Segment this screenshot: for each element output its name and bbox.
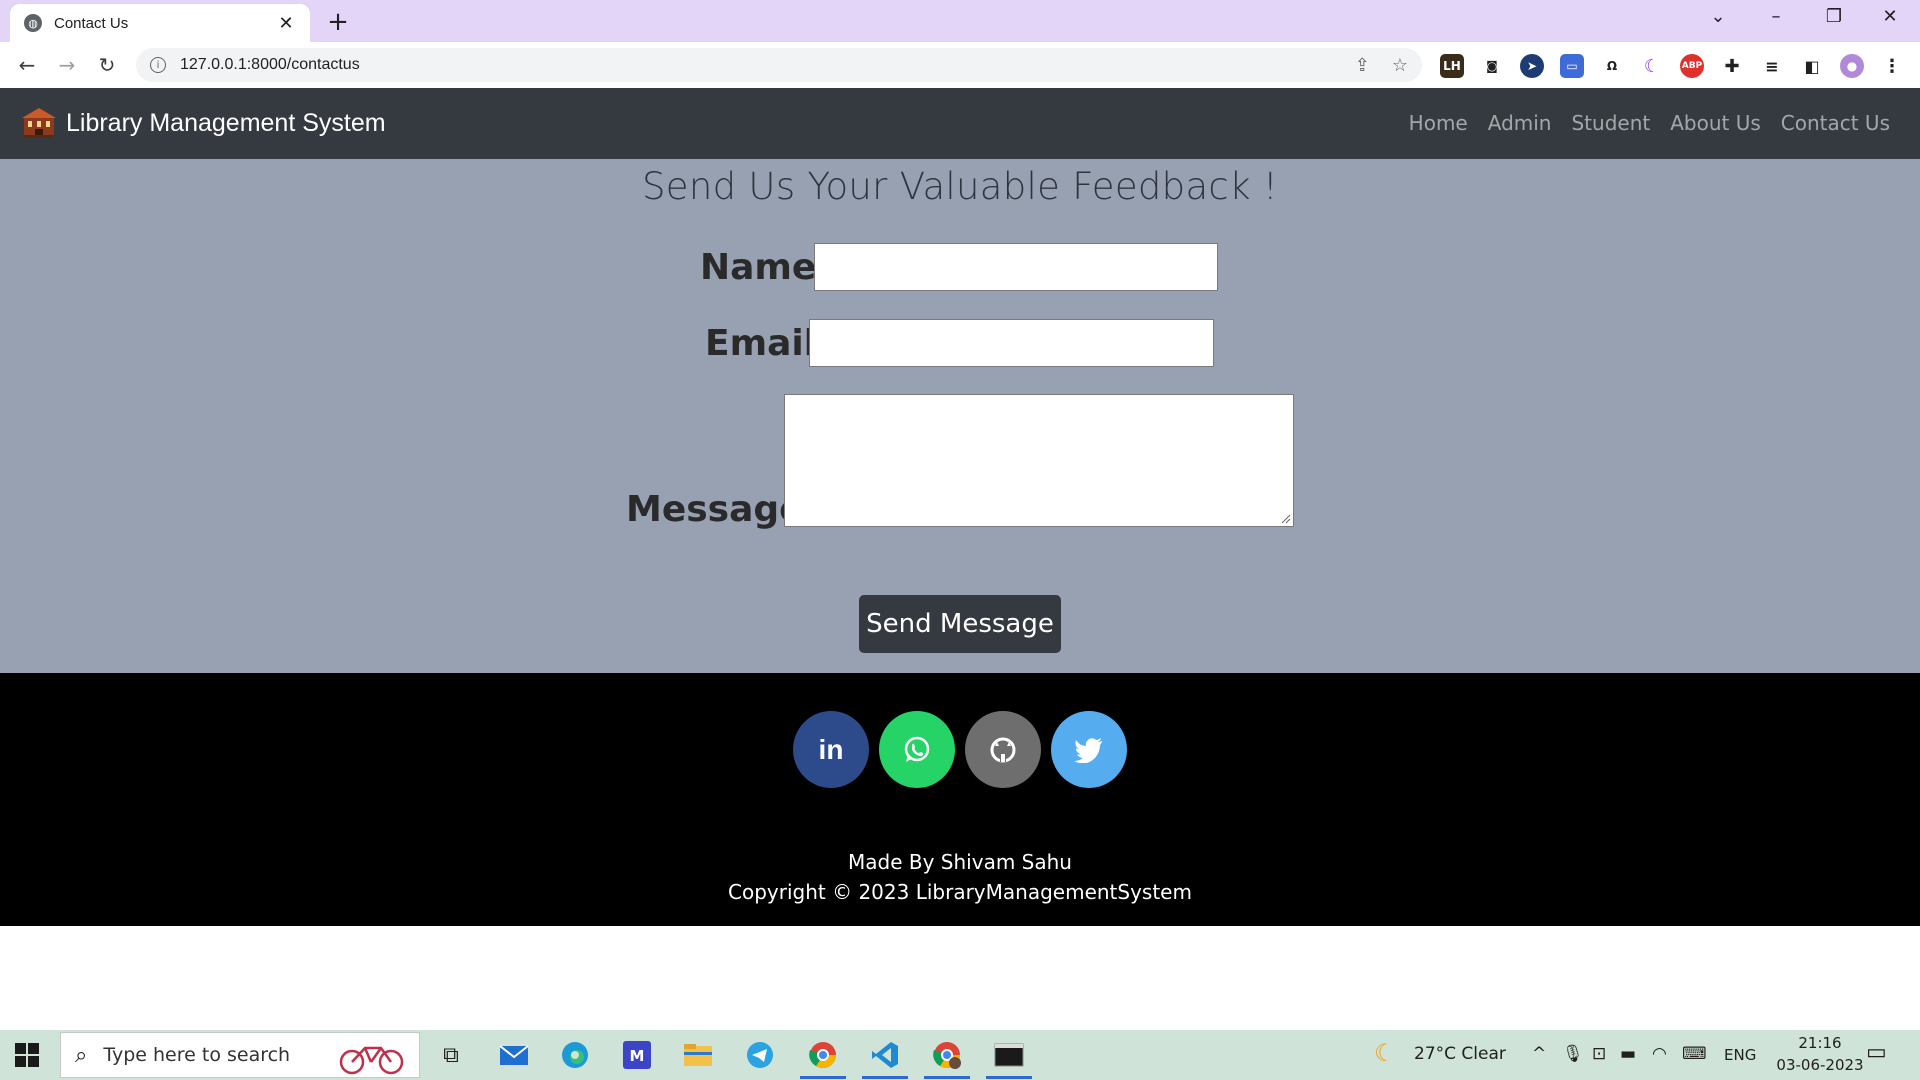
nav-admin[interactable]: Admin bbox=[1488, 111, 1552, 135]
keyboard-icon[interactable]: ⌨ bbox=[1682, 1044, 1707, 1064]
clock-date[interactable]: 03-06-2023 bbox=[1768, 1056, 1872, 1074]
twitter-icon bbox=[1074, 737, 1102, 763]
name-field[interactable] bbox=[814, 243, 1218, 291]
forward-button[interactable]: → bbox=[52, 50, 82, 80]
chrome-profile-icon[interactable] bbox=[930, 1038, 964, 1072]
task-view-icon[interactable]: ⧉ bbox=[434, 1038, 468, 1072]
address-bar[interactable]: i 127.0.0.1:8000/contactus ⇪ ☆ bbox=[136, 48, 1422, 82]
extension-screen-icon[interactable]: ▭ bbox=[1560, 54, 1584, 78]
chrome-active-indicator bbox=[800, 1076, 846, 1079]
weather-moon-icon[interactable]: ☾ bbox=[1374, 1039, 1396, 1067]
page-title: Send Us Your Valuable Feedback ! bbox=[641, 165, 1279, 208]
nav-about-us[interactable]: About Us bbox=[1670, 111, 1761, 135]
email-field[interactable] bbox=[809, 319, 1214, 367]
taskbar-search-box[interactable]: ⌕ Type here to search bbox=[60, 1032, 420, 1078]
mail-icon[interactable] bbox=[497, 1038, 531, 1072]
side-panel-icon[interactable]: ◧ bbox=[1800, 54, 1824, 78]
new-tab-button[interactable]: + bbox=[324, 7, 352, 37]
github-icon bbox=[990, 737, 1016, 762]
extension-adblock-icon[interactable]: ABP bbox=[1680, 54, 1704, 78]
twitter-button[interactable] bbox=[1051, 711, 1127, 788]
resize-grip-icon[interactable] bbox=[1281, 514, 1291, 524]
extensions-puzzle-icon[interactable]: ✚ bbox=[1720, 54, 1744, 78]
meet-now-icon[interactable]: ⊡ bbox=[1592, 1044, 1606, 1064]
nav-home[interactable]: Home bbox=[1409, 111, 1468, 135]
made-by-text: Made By Shivam Sahu bbox=[848, 850, 1072, 874]
browser-toolbar: ← → ↻ i 127.0.0.1:8000/contactus ⇪ ☆ bbox=[0, 42, 1920, 88]
svg-text:M: M bbox=[630, 1047, 645, 1065]
share-icon[interactable]: ⇪ bbox=[1355, 55, 1370, 76]
wifi-icon[interactable]: ◠ bbox=[1652, 1044, 1667, 1064]
browser-tab-strip: ◍ Contact Us ✕ + ⌄ – ❐ ✕ bbox=[0, 0, 1920, 42]
email-input[interactable] bbox=[810, 320, 1213, 366]
terminal-active-indicator bbox=[986, 1076, 1032, 1079]
file-explorer-icon[interactable] bbox=[681, 1038, 715, 1072]
weather-text[interactable]: 27°C Clear bbox=[1414, 1044, 1506, 1064]
brand[interactable]: Library Management System bbox=[22, 107, 386, 139]
extension-glasses-icon[interactable]: ◙ bbox=[1480, 54, 1504, 78]
chrome-profile-active-indicator bbox=[924, 1076, 970, 1079]
reading-list-icon[interactable]: ≡ bbox=[1760, 54, 1784, 78]
nav-student[interactable]: Student bbox=[1571, 111, 1650, 135]
name-input[interactable] bbox=[815, 244, 1217, 290]
site-info-icon[interactable]: i bbox=[150, 57, 166, 73]
extension-lh-icon[interactable]: LH bbox=[1440, 54, 1464, 78]
reload-button[interactable]: ↻ bbox=[92, 50, 122, 80]
bicycle-icon bbox=[339, 1046, 404, 1075]
tab-title: Contact Us bbox=[54, 14, 129, 32]
globe-icon: ◍ bbox=[24, 14, 42, 32]
linkedin-button[interactable]: in bbox=[793, 711, 869, 788]
minimize-button[interactable]: – bbox=[1756, 6, 1796, 27]
brand-name: Library Management System bbox=[66, 108, 386, 137]
library-logo-icon bbox=[22, 108, 56, 138]
notifications-icon[interactable]: ▭ bbox=[1866, 1040, 1887, 1065]
restore-button[interactable]: ❐ bbox=[1814, 6, 1854, 27]
profile-avatar[interactable]: ● bbox=[1840, 54, 1864, 78]
github-button[interactable] bbox=[965, 711, 1041, 788]
close-tab-icon[interactable]: ✕ bbox=[276, 13, 296, 34]
nav-contact-us[interactable]: Contact Us bbox=[1781, 111, 1890, 135]
clock-time[interactable]: 21:16 bbox=[1790, 1034, 1850, 1052]
contact-section: Send Us Your Valuable Feedback ! Name: E… bbox=[0, 159, 1920, 673]
back-button[interactable]: ← bbox=[12, 50, 42, 80]
chrome-icon[interactable] bbox=[806, 1038, 840, 1072]
vscode-active-indicator bbox=[862, 1076, 908, 1079]
whatsapp-button[interactable] bbox=[879, 711, 955, 788]
search-icon: ⌕ bbox=[75, 1042, 88, 1068]
terminal-icon[interactable] bbox=[992, 1038, 1026, 1072]
whatsapp-icon bbox=[904, 736, 930, 762]
search-placeholder: Type here to search bbox=[103, 1044, 291, 1066]
telegram-icon[interactable] bbox=[743, 1038, 777, 1072]
windows-taskbar: ⌕ Type here to search ⧉ M ☾ 27°C Clear ^… bbox=[0, 1030, 1920, 1080]
extension-cursor-icon[interactable]: ➤ bbox=[1520, 54, 1544, 78]
microphone-icon[interactable]: 🎙 bbox=[1562, 1044, 1584, 1064]
linkedin-icon: in bbox=[818, 733, 844, 765]
copyright-text: Copyright © 2023 LibraryManagementSystem bbox=[728, 880, 1192, 904]
url-text[interactable]: 127.0.0.1:8000/contactus bbox=[180, 56, 1333, 74]
edge-icon[interactable] bbox=[558, 1038, 592, 1072]
message-textarea[interactable] bbox=[785, 395, 1293, 526]
tab-search-icon[interactable]: ⌄ bbox=[1698, 6, 1738, 27]
code-editor-icon[interactable]: M bbox=[620, 1038, 654, 1072]
windows-start-icon[interactable] bbox=[14, 1042, 40, 1068]
vscode-icon[interactable] bbox=[868, 1038, 902, 1072]
site-footer: in Made By Shivam Sahu Copyright © 2023 … bbox=[0, 673, 1920, 926]
close-window-button[interactable]: ✕ bbox=[1870, 6, 1910, 27]
name-label: Name: bbox=[700, 247, 831, 288]
extension-omega-icon[interactable]: Ω bbox=[1600, 54, 1624, 78]
extension-dark-mode-icon[interactable]: ☾ bbox=[1640, 54, 1664, 78]
browser-menu-icon[interactable]: ⋮ bbox=[1880, 54, 1904, 78]
language-indicator[interactable]: ENG bbox=[1724, 1046, 1756, 1064]
site-navbar: Library Management System Home Admin Stu… bbox=[0, 88, 1920, 159]
message-field[interactable] bbox=[784, 394, 1294, 527]
nav-links: Home Admin Student About Us Contact Us bbox=[1389, 111, 1890, 135]
browser-tab[interactable]: ◍ Contact Us ✕ bbox=[10, 4, 310, 42]
bookmark-star-icon[interactable]: ☆ bbox=[1392, 55, 1408, 76]
battery-icon[interactable]: ▬ bbox=[1620, 1044, 1636, 1064]
send-message-button[interactable]: Send Message bbox=[859, 595, 1061, 653]
show-hidden-icons[interactable]: ^ bbox=[1532, 1044, 1546, 1064]
